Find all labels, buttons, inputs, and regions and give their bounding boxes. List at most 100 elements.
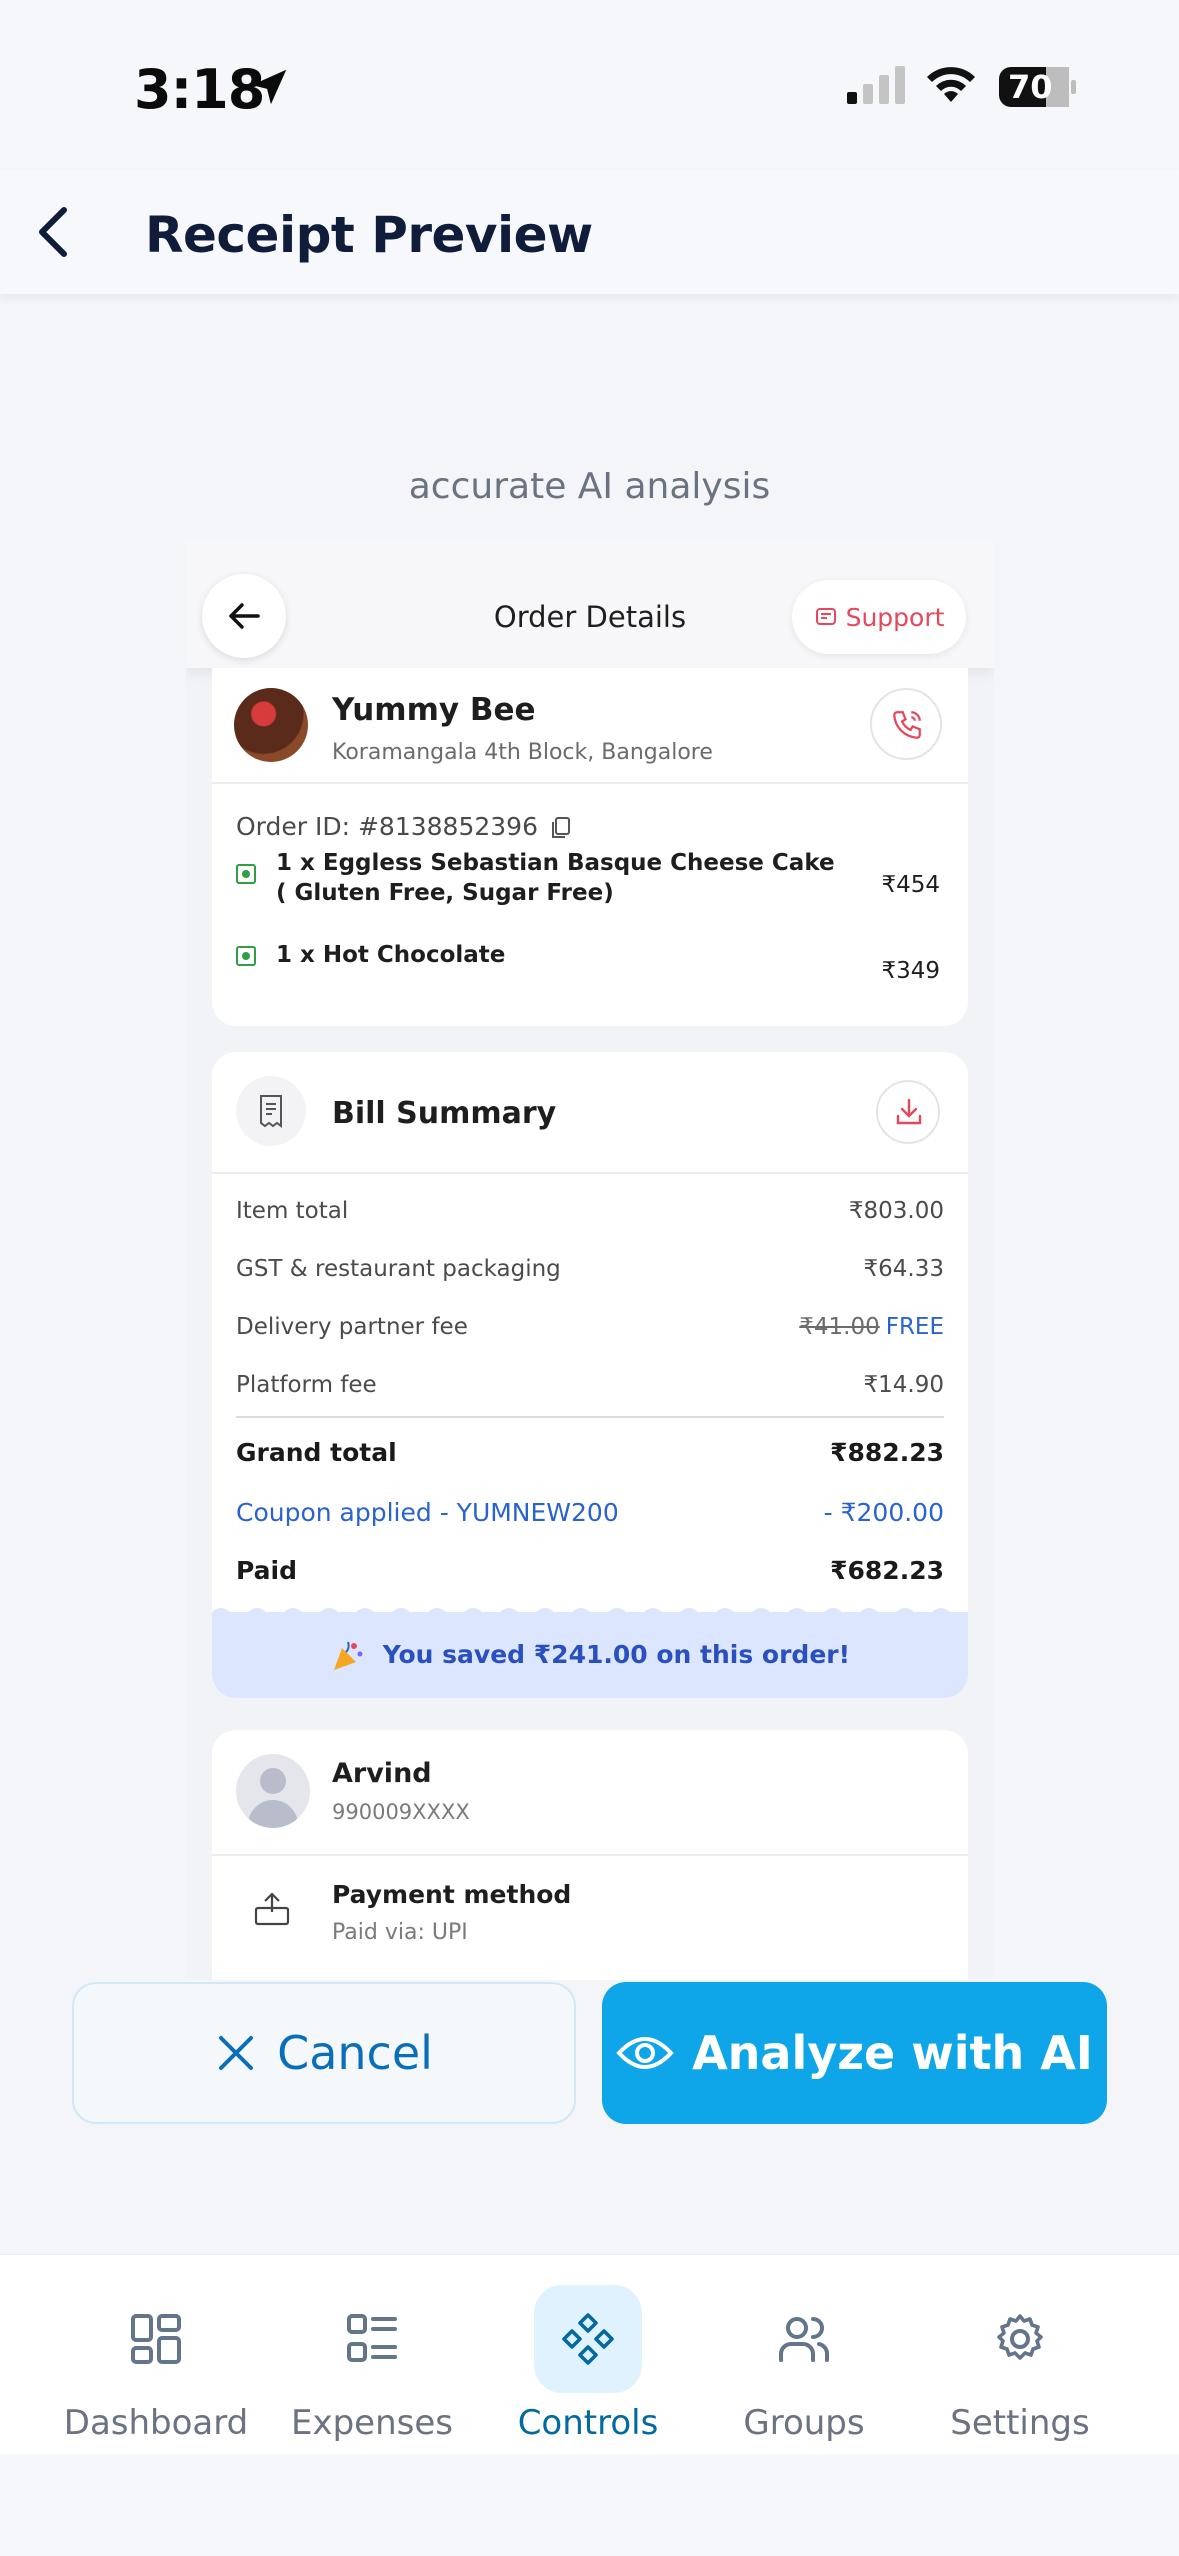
wifi-icon — [927, 67, 975, 102]
grand-total-row: Grand total ₹882.23 — [236, 1438, 944, 1467]
item-price: ₹349 — [881, 958, 940, 984]
cancel-button[interactable]: Cancel — [72, 1982, 576, 2124]
tab-dashboard[interactable]: Dashboard — [48, 2255, 264, 2455]
tab-icon-wrap — [966, 2285, 1074, 2393]
tab-expenses[interactable]: Expenses — [264, 2255, 480, 2455]
support-label: Support — [845, 602, 945, 632]
wave-edge — [212, 1608, 968, 1618]
phone-icon — [893, 711, 921, 739]
bill-summary-title: Bill Summary — [332, 1096, 557, 1131]
bill-row-value: ₹41.00 FREE — [799, 1314, 944, 1340]
home-indicator-area — [0, 2454, 1179, 2556]
customer-phone: 990009XXXX — [332, 1800, 470, 1824]
restaurant-card: Yummy Bee Koramangala 4th Block, Bangalo… — [212, 668, 968, 1026]
bill-row-value: ₹14.90 — [863, 1372, 944, 1398]
restaurant-image — [234, 688, 308, 762]
bill-row-label: Delivery partner fee — [236, 1314, 468, 1340]
status-time: 3:18 — [134, 58, 265, 121]
app-header: Receipt Preview — [0, 170, 1179, 294]
paid-value: ₹682.23 — [830, 1556, 944, 1585]
item-price: ₹454 — [881, 872, 940, 898]
savings-text: You saved ₹241.00 on this order! — [382, 1640, 851, 1669]
hint-text: accurate AI analysis — [408, 466, 771, 507]
grand-total-value: ₹882.23 — [830, 1438, 944, 1467]
receipt-top-bar: Order Details Support — [186, 540, 994, 668]
customer-card: Arvind 990009XXXX Payment method Paid vi… — [212, 1730, 968, 1980]
free-label: FREE — [885, 1314, 944, 1340]
paid-label: Paid — [236, 1556, 297, 1585]
divider — [212, 1172, 968, 1174]
avatar — [236, 1754, 310, 1828]
receipt-icon — [260, 1095, 282, 1128]
tab-label: Groups — [743, 2403, 865, 2443]
tab-icon-wrap — [102, 2285, 210, 2393]
grid-icon — [131, 2314, 181, 2364]
download-icon — [896, 1098, 922, 1125]
bill-row-label: Platform fee — [236, 1372, 377, 1398]
bill-row-value: ₹64.33 — [863, 1256, 944, 1282]
copy-icon — [551, 817, 570, 838]
eye-icon — [616, 2037, 674, 2069]
veg-icon — [236, 946, 256, 966]
divider — [212, 1854, 968, 1856]
list-icon — [347, 2314, 397, 2362]
savings-banner: You saved ₹241.00 on this order! — [212, 1608, 968, 1698]
tab-label: Controls — [517, 2403, 659, 2443]
payment-subtitle: Paid via: UPI — [332, 1920, 468, 1945]
bill-row-label: GST & restaurant packaging — [236, 1256, 561, 1282]
bill-row: GST & restaurant packaging ₹64.33 — [236, 1256, 944, 1282]
savings-text-row: You saved ₹241.00 on this order! — [212, 1638, 968, 1674]
item-name-line: ( Gluten Free, Sugar Free) — [276, 880, 614, 906]
chat-icon — [815, 608, 836, 625]
payment-title: Payment method — [332, 1880, 572, 1909]
gear-icon — [997, 2314, 1043, 2360]
item-name-line: 1 x Eggless Sebastian Basque Cheese Cake — [276, 850, 835, 876]
tab-icon-wrap — [534, 2285, 642, 2393]
diamond-controls-icon — [562, 2313, 614, 2365]
customer-name: Arvind — [332, 1758, 432, 1789]
item-name: 1 x Eggless Sebastian Basque Cheese Cake… — [276, 848, 835, 908]
download-button — [876, 1080, 940, 1144]
analyze-with-ai-button[interactable]: Analyze with AI — [602, 1982, 1107, 2124]
battery-level: 70 — [1008, 68, 1053, 106]
tab-controls[interactable]: Controls — [480, 2255, 696, 2455]
veg-icon — [236, 864, 256, 884]
tab-icon-wrap — [750, 2285, 858, 2393]
bill-icon-wrap — [236, 1076, 306, 1146]
bill-row: Platform fee ₹14.90 — [236, 1372, 944, 1398]
tab-label: Dashboard — [63, 2403, 249, 2443]
location-arrow-icon — [251, 69, 287, 105]
divider — [212, 782, 968, 784]
support-button: Support — [792, 580, 966, 654]
tab-label: Expenses — [291, 2403, 453, 2443]
tab-icon-wrap — [318, 2285, 426, 2393]
cellular-signal-icon — [847, 66, 905, 104]
paid-row: Paid ₹682.23 — [236, 1556, 944, 1585]
close-icon — [219, 2036, 254, 2070]
bill-row-value: ₹803.00 — [848, 1198, 944, 1224]
bill-row-label: Item total — [236, 1198, 349, 1224]
order-id-text: Order ID: #8138852396 — [236, 812, 538, 841]
party-popper-icon — [333, 1641, 363, 1670]
call-button — [870, 688, 942, 760]
cancel-label: Cancel — [277, 2026, 433, 2080]
back-chevron-icon[interactable] — [22, 200, 86, 264]
tab-groups[interactable]: Groups — [696, 2255, 912, 2455]
bottom-tab-bar: Dashboard Expenses Controls Groups Setti… — [0, 2254, 1179, 2454]
original-fee: ₹41.00 — [799, 1314, 880, 1340]
page-title: Receipt Preview — [145, 206, 593, 264]
coupon-label: Coupon applied - YUMNEW200 — [236, 1498, 619, 1527]
restaurant-address: Koramangala 4th Block, Bangalore — [332, 740, 713, 765]
item-name: 1 x Hot Chocolate — [276, 942, 506, 968]
users-icon — [779, 2317, 829, 2362]
status-bar: 3:18 70 — [0, 0, 1179, 170]
bill-row: Delivery partner fee ₹41.00 FREE — [236, 1314, 944, 1340]
payment-icon — [254, 1892, 290, 1926]
tab-settings[interactable]: Settings — [912, 2255, 1128, 2455]
coupon-value: - ₹200.00 — [823, 1498, 944, 1527]
divider — [236, 1416, 944, 1418]
coupon-row: Coupon applied - YUMNEW200 - ₹200.00 — [236, 1498, 944, 1527]
grand-total-label: Grand total — [236, 1438, 397, 1467]
restaurant-name: Yummy Bee — [332, 692, 536, 728]
tab-label: Settings — [950, 2403, 1090, 2443]
